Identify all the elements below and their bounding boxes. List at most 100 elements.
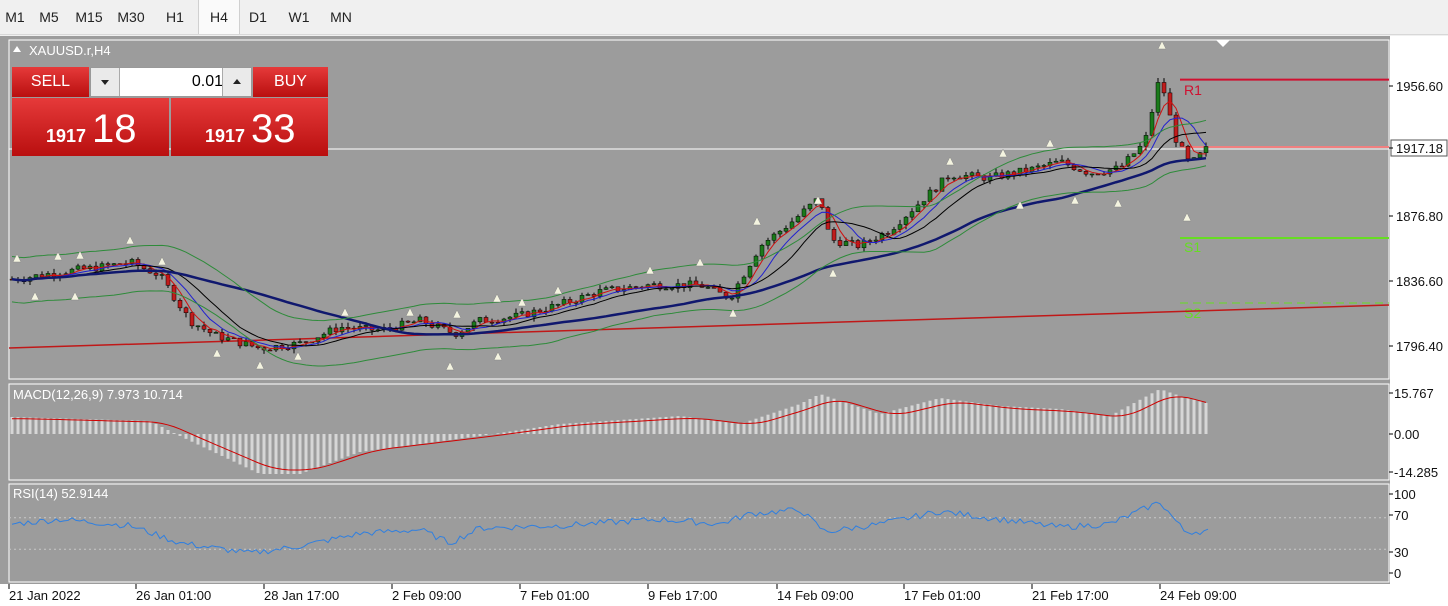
- macd-bar: [1138, 399, 1142, 434]
- candle-body: [561, 299, 567, 305]
- macd-bar: [400, 434, 404, 447]
- lot-stepper[interactable]: [90, 67, 252, 97]
- macd-bar: [958, 400, 962, 434]
- sell-button[interactable]: SELL: [12, 67, 89, 97]
- candle-body: [513, 312, 519, 318]
- buy-button[interactable]: BUY: [253, 67, 328, 97]
- macd-bar: [886, 411, 890, 434]
- candle-body: [297, 341, 303, 343]
- sell-price-pips: 18: [92, 107, 137, 151]
- macd-bar: [934, 399, 938, 434]
- rsi-axis-label: 0: [1394, 566, 1401, 581]
- time-axis-label: 9 Feb 17:00: [648, 588, 717, 603]
- macd-bar: [64, 418, 68, 434]
- fractal-arrow-icon: [945, 156, 955, 166]
- macd-bar: [976, 403, 980, 434]
- macd-bar: [1102, 415, 1106, 434]
- macd-bar: [682, 416, 686, 434]
- candle-body: [111, 263, 117, 266]
- lot-size-input[interactable]: [121, 68, 225, 96]
- macd-bar: [862, 408, 866, 434]
- macd-bar: [736, 423, 740, 434]
- fractal-arrow-icon: [53, 251, 63, 261]
- candle-body: [579, 295, 585, 303]
- macd-bar: [856, 406, 860, 434]
- candle-body: [783, 228, 789, 232]
- macd-bar: [1078, 411, 1082, 434]
- candle-body: [183, 307, 189, 313]
- macd-bar: [784, 408, 788, 434]
- fractal-arrow-icon: [30, 291, 40, 301]
- macd-bar: [178, 434, 182, 436]
- macd-bar: [928, 400, 932, 434]
- macd-bar: [1030, 407, 1034, 434]
- candle-body: [399, 320, 405, 331]
- rsi-axis-label: 70: [1394, 508, 1408, 523]
- macd-bar: [436, 434, 440, 442]
- macd-bar: [556, 424, 560, 434]
- candle-body: [471, 321, 477, 329]
- candle-body: [135, 259, 141, 267]
- macd-bar: [730, 422, 734, 434]
- macd-bar: [910, 405, 914, 434]
- macd-bar: [442, 434, 446, 441]
- macd-bar: [244, 434, 248, 468]
- chevron-up-icon: [233, 79, 241, 84]
- macd-bar: [376, 434, 380, 450]
- macd-bar: [226, 434, 230, 459]
- macd-bar: [220, 434, 224, 456]
- macd-bar: [484, 434, 488, 436]
- fractal-arrow-icon: [695, 257, 705, 267]
- macd-bar: [370, 434, 374, 451]
- candle-body: [1203, 146, 1209, 153]
- pivot-s1-label: S1: [1184, 239, 1201, 255]
- candle-body: [669, 288, 675, 290]
- macd-bar: [1054, 408, 1058, 434]
- candle-body: [1053, 160, 1059, 163]
- candle-body: [585, 294, 591, 296]
- candle-body: [483, 317, 489, 323]
- candle-body: [1173, 114, 1179, 143]
- macd-bar: [202, 434, 206, 448]
- time-axis-label: 14 Feb 09:00: [777, 588, 854, 603]
- candle-body: [1089, 173, 1095, 176]
- fractal-arrow-icon: [1070, 195, 1080, 205]
- macd-bar: [406, 434, 410, 446]
- rsi-line: [11, 501, 1209, 555]
- fractal-arrow-icon: [125, 235, 135, 245]
- candle-body: [177, 300, 183, 309]
- pivot-s2-label: S2: [1184, 305, 1201, 321]
- fractal-arrow-icon: [255, 360, 265, 370]
- candle-body: [801, 208, 807, 217]
- macd-bar: [832, 398, 836, 434]
- macd-bar: [448, 434, 452, 440]
- macd-bar: [742, 422, 746, 434]
- sell-price-quote[interactable]: 1917 18: [12, 98, 169, 156]
- fractal-arrow-icon: [553, 285, 563, 295]
- macd-bar: [172, 433, 176, 434]
- buy-price-quote[interactable]: 1917 33: [171, 98, 328, 156]
- macd-bar: [970, 402, 974, 434]
- macd-bar: [58, 418, 62, 434]
- macd-bar: [688, 417, 692, 434]
- candle-body: [555, 304, 561, 306]
- fractal-arrow-icon: [157, 256, 167, 266]
- candle-body: [153, 272, 159, 276]
- candle-body: [285, 348, 291, 351]
- macd-bar: [286, 434, 290, 474]
- macd-bar: [256, 434, 260, 474]
- macd-title: MACD(12,26,9) 7.973 10.714: [13, 387, 183, 402]
- sell-price-big-figure: 1917: [46, 126, 87, 146]
- candle-body: [633, 286, 639, 288]
- lot-decrease-button[interactable]: [91, 68, 120, 96]
- trend-line: [8, 304, 1390, 349]
- candle-body: [729, 297, 735, 300]
- macd-bar: [502, 432, 506, 434]
- macd-bar: [964, 401, 968, 434]
- collapse-triangle-icon: [13, 46, 21, 52]
- lot-increase-button[interactable]: [222, 68, 251, 96]
- price-axis-label: 1876.80: [1396, 209, 1443, 224]
- macd-bar: [1000, 406, 1004, 434]
- candle-body: [843, 241, 849, 246]
- macd-bar: [562, 423, 566, 434]
